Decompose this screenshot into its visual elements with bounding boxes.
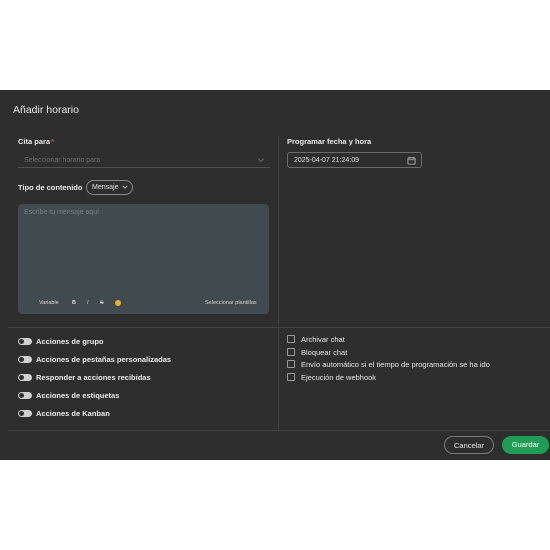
schedule-dialog: Añadir horario Cita para* Seleccionar ho… (0, 90, 550, 460)
toggle-label: Responder a acciones recibidas (36, 373, 151, 382)
checkbox-auto-send[interactable]: Envío automático si el tiempo de program… (287, 359, 537, 369)
emoji-icon[interactable] (115, 300, 121, 306)
datetime-picker[interactable]: 2025-04-07 21:24:09 (287, 152, 422, 168)
select-templates-button[interactable]: Seleccionar plantillas (205, 300, 257, 306)
toggle-knob (19, 375, 24, 380)
column-divider-lower (278, 328, 279, 431)
content-type-label: Tipo de contenido (18, 183, 83, 192)
strike-button[interactable]: S (100, 300, 104, 306)
checkbox-box[interactable] (287, 348, 295, 356)
bold-button[interactable]: B (72, 300, 76, 306)
checkbox-label: Archivar chat (301, 335, 345, 344)
checkbox-label: Envío automático si el tiempo de program… (301, 360, 490, 369)
cancel-button[interactable]: Cancelar (444, 436, 494, 454)
checkbox-block-chat[interactable]: Bloquear chat (287, 347, 537, 357)
checkbox-box[interactable] (287, 335, 295, 343)
required-mark: * (51, 137, 55, 146)
toggle-custom-tabs-actions[interactable]: Acciones de pestañas personalizadas (18, 354, 178, 364)
italic-button[interactable]: I (87, 300, 89, 306)
schedule-label: Programar fecha y hora (287, 137, 372, 146)
section-divider (8, 327, 550, 328)
footer-divider (8, 430, 550, 431)
checkbox-webhook[interactable]: Ejecución de webhook (287, 372, 537, 382)
checkbox-box[interactable] (287, 373, 295, 381)
toggle-knob (19, 357, 24, 362)
dialog-title: Añadir horario (13, 104, 79, 116)
toggle-label-actions[interactable]: Acciones de estiquetas (18, 390, 178, 400)
message-editor[interactable]: Escribe tu mensaje aquí Variable B I S S… (18, 204, 269, 314)
save-button[interactable]: Guardar (502, 436, 549, 454)
checkbox-archive-chat[interactable]: Archivar chat (287, 334, 537, 344)
variable-button[interactable]: Variable (39, 300, 59, 306)
cita-para-label: Cita para* (18, 137, 55, 146)
message-placeholder: Escribe tu mensaje aquí (24, 209, 100, 216)
checkbox-label: Ejecución de webhook (301, 373, 377, 382)
cita-para-select[interactable]: Seleccionar horario para (18, 152, 270, 168)
chevron-down-icon (257, 158, 265, 163)
toggle-label: Acciones de Kanban (36, 409, 110, 418)
toggle-label: Acciones de grupo (36, 337, 104, 346)
checkbox-label: Bloquear chat (301, 348, 348, 357)
toggle-label: Acciones de estiquetas (36, 391, 120, 400)
toggle-knob (19, 393, 24, 398)
cita-para-placeholder: Seleccionar horario para (24, 157, 101, 164)
calendar-icon (407, 156, 416, 165)
toggle-knob (19, 339, 24, 344)
checkbox-box[interactable] (287, 360, 295, 368)
toggle-label: Acciones de pestañas personalizadas (36, 355, 172, 364)
chevron-down-icon (122, 185, 129, 189)
toggle-reply-actions[interactable]: Responder a acciones recibidas (18, 372, 178, 382)
content-type-select[interactable]: Mensaje (86, 180, 134, 195)
datetime-value: 2025-04-07 21:24:09 (294, 157, 359, 164)
column-divider (278, 136, 279, 326)
content-type-value: Mensaje (92, 184, 119, 191)
toggle-knob (19, 411, 24, 416)
toggle-group-actions[interactable]: Acciones de grupo (18, 336, 178, 346)
toggle-kanban-actions[interactable]: Acciones de Kanban (18, 408, 178, 418)
